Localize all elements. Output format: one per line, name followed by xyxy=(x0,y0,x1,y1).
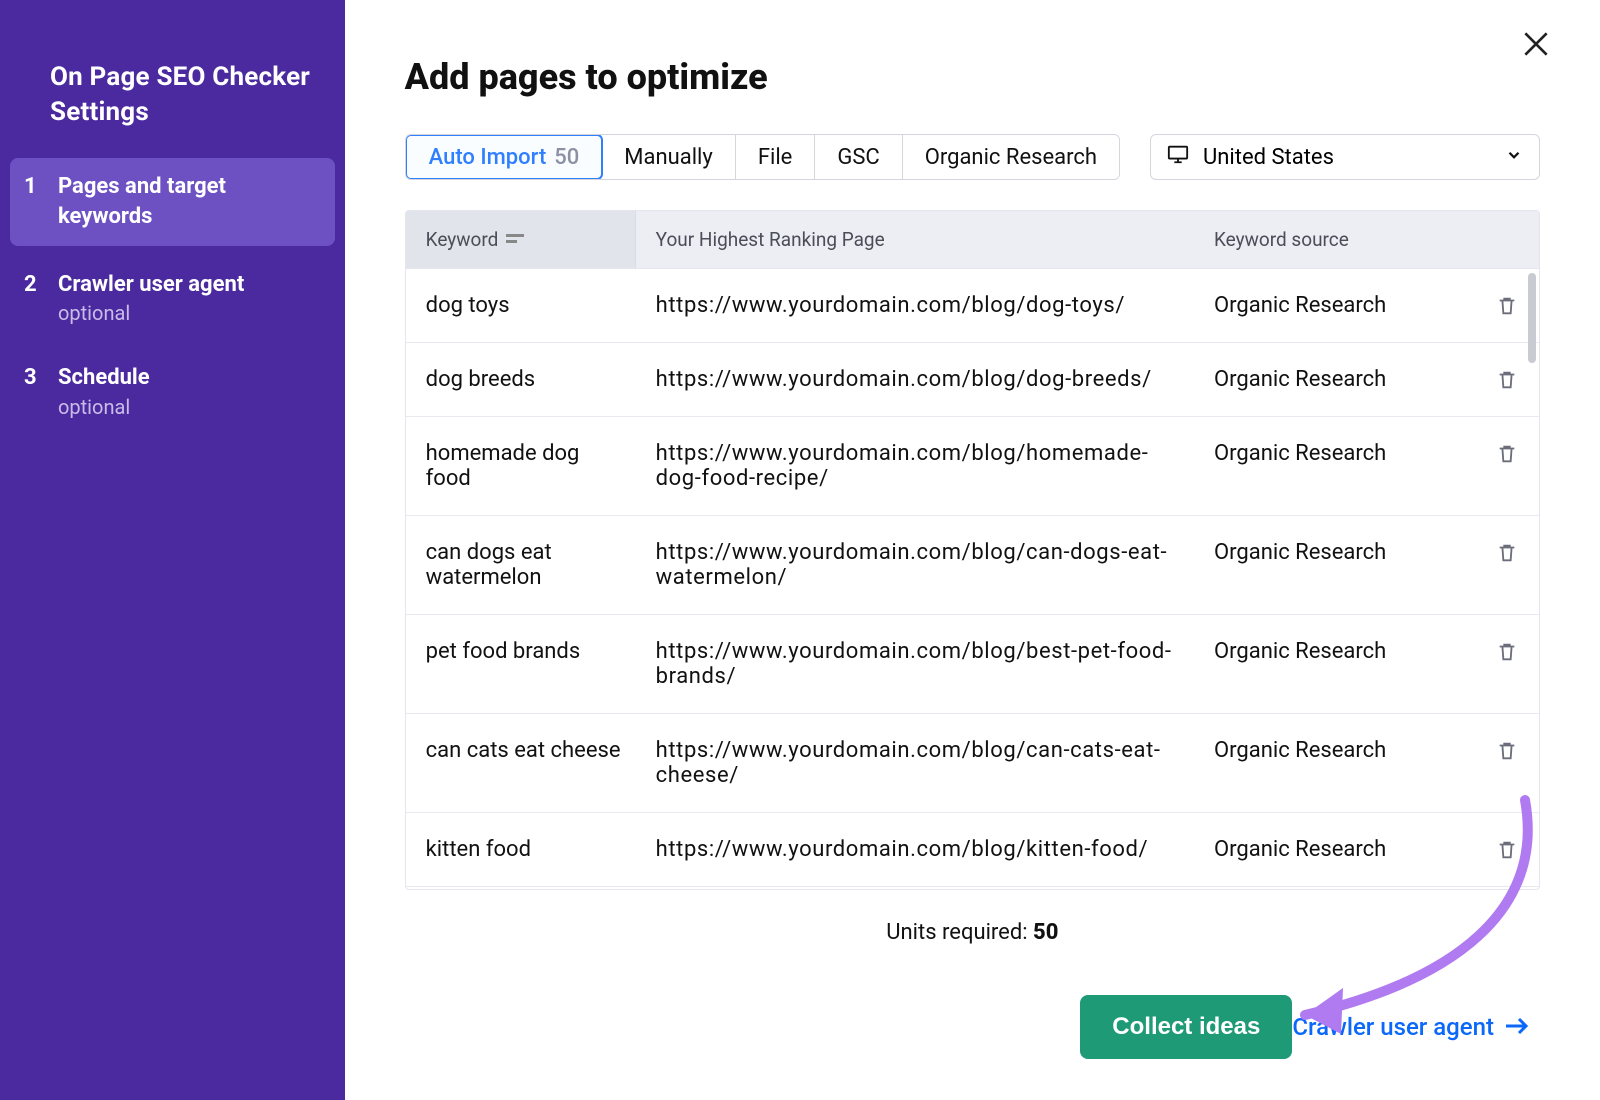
cell-source: Organic Research xyxy=(1194,441,1474,491)
cell-page: https://www.yourdomain.com/blog/homemade… xyxy=(636,441,1194,491)
column-header-page[interactable]: Your Highest Ranking Page xyxy=(636,228,1194,251)
column-header-source[interactable]: Keyword source xyxy=(1194,228,1539,251)
tab-label: Organic Research xyxy=(925,145,1097,170)
table-body: dog toyshttps://www.yourdomain.com/blog/… xyxy=(406,269,1539,889)
tab-organic-research[interactable]: Organic Research xyxy=(903,135,1119,179)
cell-keyword: dog breeds xyxy=(406,367,636,392)
import-tabs: Auto Import 50 Manually File GSC Organic… xyxy=(405,134,1120,180)
tab-label: Auto Import xyxy=(429,145,547,170)
sidebar-step-crawler[interactable]: 2 Crawler user agent optional xyxy=(10,256,335,340)
table-row: pet food brandshttps://www.yourdomain.co… xyxy=(406,615,1539,714)
table-row: homemade dog foodhttps://www.yourdomain.… xyxy=(406,417,1539,516)
delete-row-button[interactable] xyxy=(1496,839,1518,861)
cell-keyword: kitten food xyxy=(406,837,636,862)
step-number: 1 xyxy=(24,172,44,199)
table-header: Keyword Your Highest Ranking Page Keywor… xyxy=(406,211,1539,269)
cell-page: https://www.yourdomain.com/blog/dog-bree… xyxy=(636,367,1194,392)
tab-count: 50 xyxy=(554,145,579,170)
delete-row-button[interactable] xyxy=(1496,443,1518,465)
cell-source: Organic Research xyxy=(1194,738,1474,788)
trash-icon xyxy=(1496,842,1518,867)
step-number: 2 xyxy=(24,270,44,297)
cell-page: https://www.yourdomain.com/blog/can-cats… xyxy=(636,738,1194,788)
collect-ideas-button[interactable]: Collect ideas xyxy=(1080,995,1292,1059)
delete-row-button[interactable] xyxy=(1496,295,1518,317)
delete-row-button[interactable] xyxy=(1496,641,1518,663)
tab-file[interactable]: File xyxy=(736,135,816,179)
table-row: can dogs eat watermelonhttps://www.yourd… xyxy=(406,516,1539,615)
page-title: Add pages to optimize xyxy=(405,56,1540,98)
delete-row-button[interactable] xyxy=(1496,740,1518,762)
trash-icon xyxy=(1496,446,1518,471)
tab-auto-import[interactable]: Auto Import 50 xyxy=(405,134,604,180)
close-button[interactable] xyxy=(1520,28,1552,64)
keyword-table: Keyword Your Highest Ranking Page Keywor… xyxy=(405,210,1540,890)
cell-source: Organic Research xyxy=(1194,367,1474,392)
delete-row-button[interactable] xyxy=(1496,369,1518,391)
cell-source: Organic Research xyxy=(1194,837,1474,862)
cell-source: Organic Research xyxy=(1194,540,1474,590)
cell-page: https://www.yourdomain.com/blog/kitten-f… xyxy=(636,837,1194,862)
step-label: Crawler user agent xyxy=(58,270,321,300)
cell-keyword: homemade dog food xyxy=(406,441,636,491)
trash-icon xyxy=(1496,372,1518,397)
step-number: 3 xyxy=(24,363,44,390)
sidebar-step-schedule[interactable]: 3 Schedule optional xyxy=(10,349,335,433)
delete-row-button[interactable] xyxy=(1496,542,1518,564)
cell-page: https://www.yourdomain.com/blog/can-dogs… xyxy=(636,540,1194,590)
cell-keyword: can dogs eat watermelon xyxy=(406,540,636,590)
step-sublabel: optional xyxy=(58,301,321,325)
scrollbar-thumb[interactable] xyxy=(1528,273,1536,363)
table-row: kitten foodhttps://www.yourdomain.com/bl… xyxy=(406,813,1539,887)
trash-icon xyxy=(1496,644,1518,669)
trash-icon xyxy=(1496,298,1518,323)
cell-page: https://www.yourdomain.com/blog/best-pet… xyxy=(636,639,1194,689)
sidebar: On Page SEO Checker Settings 1 Pages and… xyxy=(0,0,345,1100)
sidebar-step-pages[interactable]: 1 Pages and target keywords xyxy=(10,158,335,245)
cell-keyword: can cats eat cheese xyxy=(406,738,636,788)
cell-page: https://www.yourdomain.com/blog/dog-toys… xyxy=(636,293,1194,318)
country-label: United States xyxy=(1203,145,1334,170)
sort-icon xyxy=(506,228,524,251)
cell-source: Organic Research xyxy=(1194,293,1474,318)
trash-icon xyxy=(1496,743,1518,768)
table-row: dog breedshttps://www.yourdomain.com/blo… xyxy=(406,343,1539,417)
country-select[interactable]: United States xyxy=(1150,134,1540,180)
tab-label: File xyxy=(758,145,793,170)
step-label: Schedule xyxy=(58,363,321,393)
desktop-icon xyxy=(1167,143,1189,171)
crawler-user-agent-link[interactable]: Crawler user agent xyxy=(1292,1013,1530,1041)
arrow-right-icon xyxy=(1504,1013,1530,1041)
link-label: Crawler user agent xyxy=(1292,1013,1494,1041)
footer: Units required: 50 Collect ideas Crawler… xyxy=(405,890,1540,1059)
toolbar: Auto Import 50 Manually File GSC Organic… xyxy=(405,134,1540,180)
table-row: dog toyshttps://www.yourdomain.com/blog/… xyxy=(406,269,1539,343)
units-required: Units required: 50 xyxy=(415,920,1530,945)
tab-label: Manually xyxy=(624,145,713,170)
trash-icon xyxy=(1496,545,1518,570)
close-icon xyxy=(1520,45,1552,64)
tab-gsc[interactable]: GSC xyxy=(815,135,902,179)
column-header-keyword[interactable]: Keyword xyxy=(406,211,636,268)
cell-keyword: pet food brands xyxy=(406,639,636,689)
table-row: can cats eat cheesehttps://www.yourdomai… xyxy=(406,714,1539,813)
cell-source: Organic Research xyxy=(1194,639,1474,689)
tab-label: GSC xyxy=(837,145,879,170)
step-label: Pages and target keywords xyxy=(58,172,321,231)
cell-keyword: dog toys xyxy=(406,293,636,318)
step-sublabel: optional xyxy=(58,395,321,419)
tab-manually[interactable]: Manually xyxy=(602,135,736,179)
sidebar-title: On Page SEO Checker Settings xyxy=(50,60,335,130)
chevron-down-icon xyxy=(1505,145,1523,170)
main-panel: Add pages to optimize Auto Import 50 Man… xyxy=(345,0,1600,1100)
